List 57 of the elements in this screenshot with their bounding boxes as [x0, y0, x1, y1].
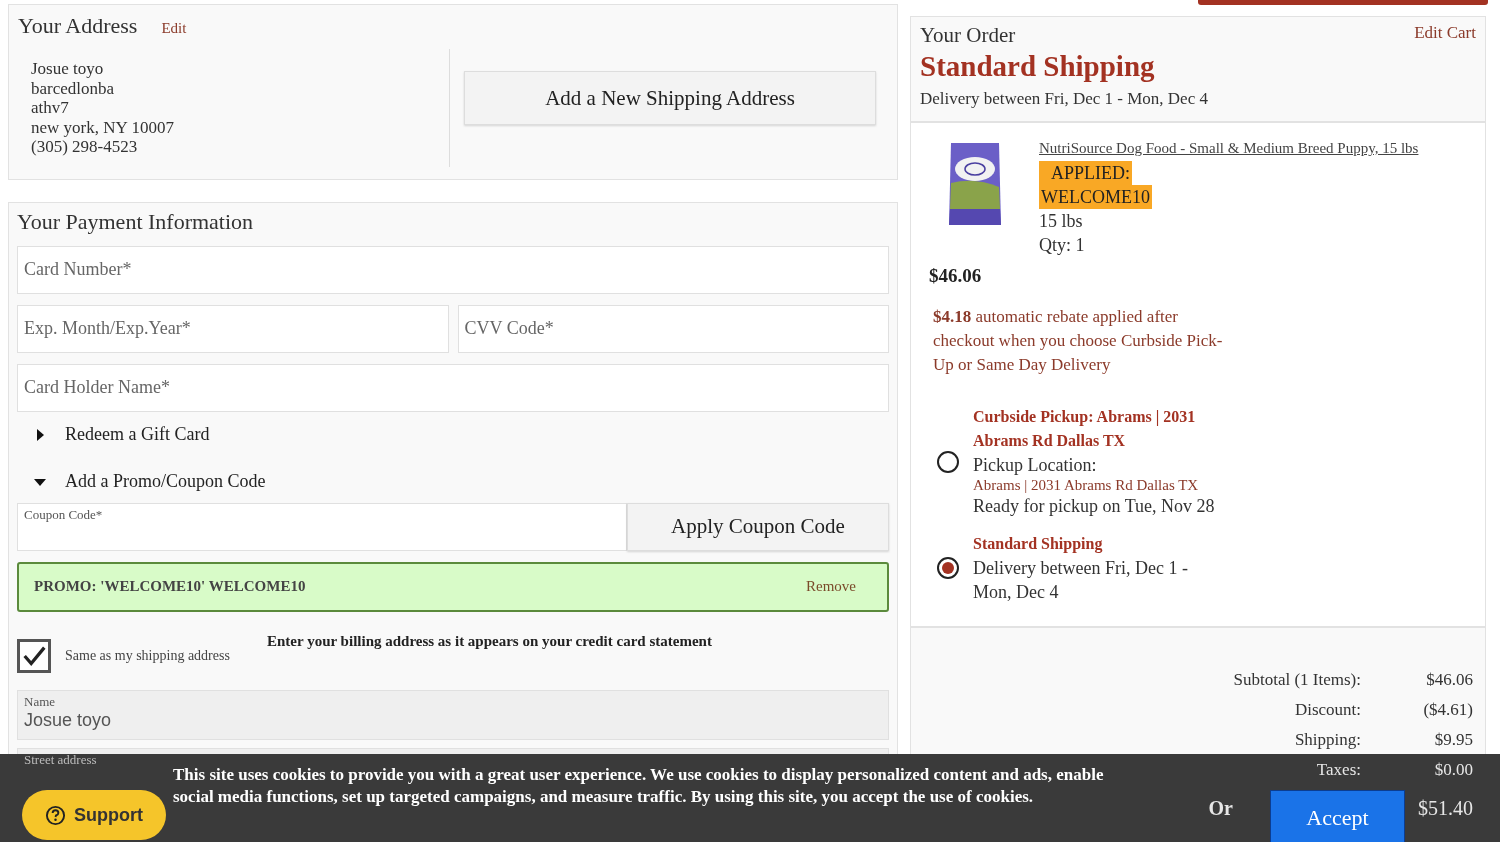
applied-coupon-tag: APPLIED:	[1039, 161, 1132, 185]
checkbox-label: Same as my shipping address	[65, 647, 230, 664]
section-toggle-label[interactable]: Redeem a Gift Card	[65, 424, 210, 445]
option-title: Standard Shipping	[973, 534, 1104, 555]
product-quantity: Qty: 1	[1039, 234, 1086, 257]
edit-link[interactable]: Edit	[161, 20, 187, 37]
apply-coupon-button[interactable]: Apply Coupon Code	[627, 502, 889, 551]
billing-note: Enter your billing address as it appears on your credit card statement	[267, 632, 712, 650]
order-title: Your Order	[920, 23, 1016, 48]
section-toggle-label[interactable]: Add a Promo/Coupon Code	[65, 471, 266, 492]
rebate-note: $4.18 automatic rebate applied after checkout when you choose Curbside Pick-Up or Same Day Delivery	[933, 306, 1224, 376]
address-line: Josue toyo	[31, 59, 105, 79]
coupon-code-field[interactable]: Coupon Code*	[17, 502, 627, 551]
address-line: (305) 298-4523	[31, 137, 139, 157]
delivery-text: Delivery between Fri, Dec 1 - Mon, Dec 4	[920, 89, 1209, 109]
option-text: Delivery between Fri, Dec 1 - Mon, Dec 4	[973, 557, 1189, 604]
option-text: Pickup Location:	[973, 454, 1098, 477]
radio-button[interactable]	[937, 450, 959, 473]
product-size: 15 lbs	[1039, 210, 1084, 233]
radio-button[interactable]	[937, 557, 959, 579]
option-title: Curbside Pickup: Abrams | 2031 Abrams Rd Dallas TX	[973, 407, 1197, 451]
total-value: $51.40	[1417, 798, 1473, 818]
card-number-field[interactable]: Card Number*	[17, 245, 889, 294]
expiry-field[interactable]: Exp. Month/Exp.Year*	[17, 304, 449, 353]
cookie-text: This site uses cookies to provide you with a great user experience. We use cookies to display personalized content and ads, enable social media functions, set up targeted campaigns, and measure traffic. By using this site, you accept the use of cookies.	[173, 764, 1105, 808]
card-holder-field[interactable]: Card Holder Name*	[17, 363, 889, 412]
address-line: athv7	[31, 98, 70, 118]
pickup-ready-text: Ready for pickup on Tue, Nov 28	[973, 495, 1216, 518]
name-field[interactable]: Name Josue toyo	[17, 689, 889, 740]
address-line: barcedlonba	[31, 78, 116, 98]
total-label: Taxes:	[1316, 760, 1361, 780]
product-price: $46.06	[929, 265, 983, 287]
total-value: ($4.61)	[1422, 700, 1473, 720]
total-label: Or	[1208, 798, 1233, 818]
promo-text: PROMO: 'WELCOME10' WELCOME10	[34, 578, 306, 595]
product-link[interactable]: NutriSource Dog Food - Small & Medium Breed Puppy, 15 lbs	[1039, 140, 1419, 156]
pickup-location: Abrams | 2031 Abrams Rd Dallas TX	[973, 477, 1200, 494]
cvv-field[interactable]: CVV Code*	[457, 304, 889, 353]
help-icon	[45, 804, 66, 826]
checkbox[interactable]	[17, 638, 51, 673]
remove-link[interactable]: Remove	[806, 578, 856, 595]
total-label: Shipping:	[1294, 730, 1361, 750]
section-title: Your Payment Information	[17, 208, 255, 235]
total-value: $0.00	[1433, 760, 1473, 780]
section-title: Your Address	[18, 13, 138, 39]
address-line: new york, NY 10007	[31, 117, 175, 137]
add-address-button[interactable]: Add a New Shipping Address	[464, 71, 876, 125]
accept-button[interactable]: Accept	[1270, 790, 1405, 842]
total-label: Discount:	[1294, 700, 1361, 720]
shipping-method-title: Standard Shipping	[920, 50, 1156, 83]
edit-cart-link[interactable]: Edit Cart	[1414, 23, 1476, 48]
total-label: Subtotal (1 Items):	[1233, 670, 1361, 690]
total-value: $46.06	[1425, 670, 1473, 690]
support-button[interactable]: Support	[22, 790, 166, 840]
field-label: Street address	[24, 751, 98, 768]
applied-coupon-tag: WELCOME10	[1039, 185, 1152, 209]
total-value: $9.95	[1433, 730, 1473, 750]
